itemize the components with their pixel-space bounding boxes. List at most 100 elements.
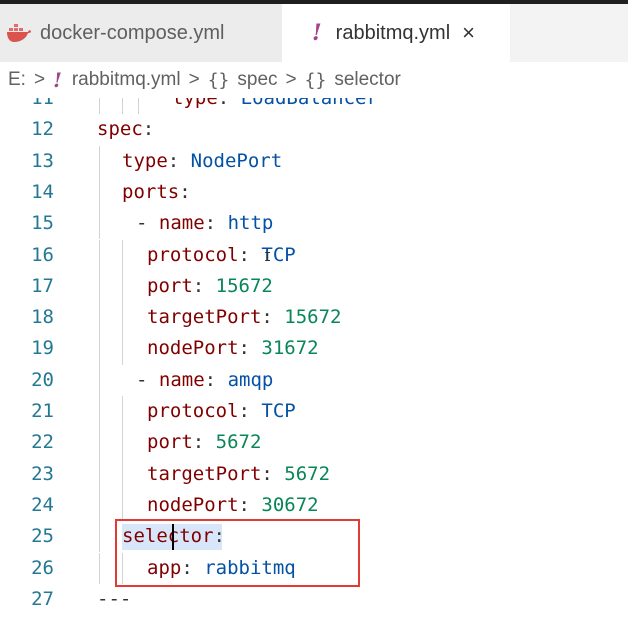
- code-line[interactable]: 12 spec:: [0, 114, 628, 145]
- line-number: 16: [31, 243, 54, 266]
- yaml-key: spec: [97, 118, 143, 141]
- code-line[interactable]: 11 type: LoadBalancer: [0, 98, 628, 115]
- indent-guide: [99, 208, 100, 240]
- code-line[interactable]: 15 - name: http: [0, 208, 628, 240]
- tab-label: docker-compose.yml: [40, 21, 225, 44]
- code-line[interactable]: 16 protocol: TCP: [0, 239, 628, 271]
- code-line[interactable]: 19 nodePort: 31672: [0, 333, 628, 365]
- breadcrumb-drive[interactable]: E:: [8, 69, 26, 91]
- line-number: 25: [31, 525, 54, 548]
- tab-bar: docker-compose.yml ! rabbitmq.yml ×: [0, 0, 628, 62]
- indent-guide: [122, 239, 123, 271]
- chevron-right-icon: >: [188, 69, 200, 90]
- code-line[interactable]: 24 nodePort: 30672: [0, 489, 628, 522]
- yaml-key: nodePort: [147, 337, 239, 360]
- line-number: 24: [31, 493, 54, 516]
- line-number: 17: [31, 274, 54, 297]
- indent-guide: [99, 396, 100, 428]
- braces-icon: {}: [207, 69, 230, 91]
- indent-guide: [99, 427, 100, 459]
- list-dash: -: [136, 212, 159, 235]
- yaml-key: ports: [122, 180, 180, 203]
- indent-guide: [122, 98, 123, 115]
- line-number: 21: [31, 400, 54, 422]
- code-text: protocol: TCP: [147, 240, 296, 271]
- indent-guide: [99, 489, 100, 522]
- code-line[interactable]: 27 ---: [0, 584, 628, 615]
- indent-guide: [138, 98, 139, 115]
- yaml-key: ---: [97, 587, 132, 610]
- yaml-value: 30672: [261, 493, 319, 516]
- code-line[interactable]: 20 - name: amqp: [0, 364, 628, 396]
- line-number: 22: [31, 431, 54, 454]
- yaml-key: type: [122, 149, 168, 172]
- indent-guide: [99, 364, 100, 396]
- yaml-key: port: [147, 431, 193, 454]
- indent-guide: [99, 302, 100, 334]
- breadcrumb-selector[interactable]: {} selector: [305, 69, 401, 91]
- yaml-value: 31672: [261, 337, 319, 360]
- indent-guide: [99, 333, 100, 365]
- code-line[interactable]: 23 targetPort: 5672: [0, 458, 628, 490]
- breadcrumb: E: > ! rabbitmq.yml > {} spec > {} selec…: [0, 62, 628, 98]
- yaml-key: targetPort: [147, 306, 262, 329]
- breadcrumb-spec[interactable]: {} spec: [208, 69, 278, 91]
- yaml-key: type: [172, 98, 218, 109]
- docker-icon: [7, 24, 31, 42]
- indent-guide: [122, 427, 123, 459]
- line-number: 15: [31, 212, 54, 235]
- yaml-colon: :: [217, 98, 230, 109]
- yaml-colon: :: [192, 431, 205, 454]
- code-text: ---: [97, 584, 131, 615]
- yaml-key: name: [158, 368, 205, 391]
- yaml-value: TCP: [261, 400, 296, 422]
- yaml-excl-icon: !: [312, 20, 322, 46]
- yaml-key: name: [158, 212, 205, 235]
- code-text: type: LoadBalancer: [172, 98, 378, 114]
- code-text: spec:: [97, 114, 154, 145]
- yaml-colon: :: [261, 306, 273, 329]
- line-number: 14: [31, 180, 54, 203]
- tab-rabbitmq[interactable]: ! rabbitmq.yml ×: [282, 4, 510, 62]
- yaml-colon: :: [142, 118, 155, 141]
- chevron-right-icon: >: [33, 69, 46, 90]
- code-line[interactable]: 21 protocol: TCP: [0, 396, 628, 428]
- indent-guide: [99, 239, 100, 271]
- code-text: protocol: TCP: [147, 396, 296, 427]
- breadcrumb-file-label: rabbitmq.yml: [71, 69, 181, 90]
- code-text: targetPort: 5672: [147, 459, 330, 490]
- line-number: 18: [31, 306, 54, 329]
- indent-guide: [99, 552, 100, 584]
- yaml-key: targetPort: [147, 462, 262, 485]
- code-text: ports:: [122, 177, 191, 208]
- yaml-value: LoadBalancer: [240, 98, 378, 109]
- code-line[interactable]: 13 type: NodePort: [0, 145, 628, 177]
- yaml-colon: :: [179, 180, 191, 203]
- code-editor[interactable]: 11 type: LoadBalancer 12 spec: 13 type: NodeP…: [0, 98, 628, 623]
- code-text: - name: http: [136, 208, 273, 239]
- indent-guide: [99, 458, 100, 490]
- code-text: port: 5672: [147, 427, 261, 458]
- breadcrumb-selector-label: selector: [334, 69, 401, 90]
- yaml-key: nodePort: [147, 493, 239, 516]
- code-line[interactable]: 14 ports:: [0, 176, 628, 209]
- breadcrumb-file[interactable]: ! rabbitmq.yml: [53, 68, 181, 92]
- tab-docker-compose[interactable]: docker-compose.yml: [0, 4, 282, 62]
- yaml-colon: :: [238, 400, 250, 422]
- code-text: targetPort: 15672: [147, 302, 342, 333]
- code-line[interactable]: 18 targetPort: 15672: [0, 302, 628, 334]
- code-text: port: 15672: [147, 271, 273, 302]
- line-number: 13: [31, 149, 54, 172]
- yaml-colon: :: [261, 462, 273, 485]
- indent-guide: [122, 458, 123, 490]
- yaml-colon: :: [238, 337, 250, 360]
- code-line[interactable]: 22 port: 5672: [0, 427, 628, 459]
- indent-guide: [122, 270, 123, 303]
- indent-guide: [99, 145, 100, 177]
- close-icon[interactable]: ×: [462, 20, 475, 46]
- braces-icon: {}: [304, 69, 327, 91]
- breadcrumb-spec-label: spec: [237, 69, 278, 90]
- line-number: 19: [31, 337, 54, 360]
- indent-guide: [122, 396, 123, 428]
- code-line[interactable]: 17 port: 15672: [0, 270, 628, 303]
